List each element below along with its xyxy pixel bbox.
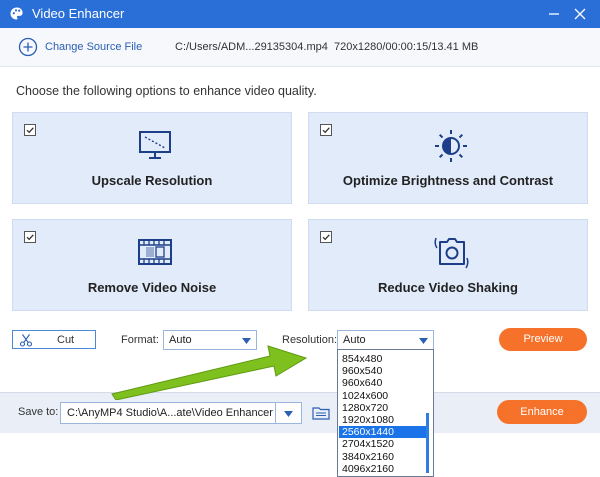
close-icon: [574, 8, 586, 20]
upscale-resolution-label: Upscale Resolution: [91, 173, 213, 188]
resolution-value: Auto: [343, 334, 366, 346]
resolution-select[interactable]: Auto: [337, 330, 434, 350]
minimize-button[interactable]: [540, 0, 568, 28]
upscale-resolution-checkbox[interactable]: [24, 124, 36, 136]
format-label: Format:: [121, 334, 159, 346]
resolution-option[interactable]: 2560x1440: [339, 426, 426, 439]
monitor-icon: [139, 131, 171, 159]
cut-label: Cut: [57, 334, 75, 346]
resolution-option[interactable]: 960x640: [339, 377, 426, 389]
remove-video-noise-label: Remove Video Noise: [87, 280, 217, 295]
save-path-dropdown[interactable]: [276, 402, 302, 424]
option-optimize-brightness[interactable]: Optimize Brightness and Contrast: [308, 112, 588, 204]
source-file-bar: Change Source File C:/Users/ADM...291353…: [0, 28, 600, 67]
checkmark-icon: [322, 234, 330, 241]
checkmark-icon: [26, 234, 34, 241]
add-circle-icon: [18, 37, 38, 57]
save-path-value: C:\AnyMP4 Studio\A...ate\Video Enhancer: [67, 407, 273, 419]
option-reduce-video-shaking[interactable]: Reduce Video Shaking: [308, 219, 588, 311]
optimize-brightness-checkbox[interactable]: [320, 124, 332, 136]
resolution-option[interactable]: 1920x1080: [339, 414, 426, 426]
chevron-down-icon: [242, 338, 251, 344]
checkmark-icon: [26, 127, 34, 134]
format-select[interactable]: Auto: [163, 330, 257, 350]
resolution-label: Resolution:: [282, 334, 338, 346]
format-value: Auto: [169, 334, 192, 346]
close-button[interactable]: [566, 0, 594, 28]
remove-video-noise-checkbox[interactable]: [24, 231, 36, 243]
change-source-file-label: Change Source File: [45, 41, 143, 53]
chevron-down-icon: [284, 411, 293, 417]
brightness-icon: [435, 130, 467, 162]
resolution-dropdown-list[interactable]: 854x480 960x540 960x640 1024x600 1280x720 192…: [337, 349, 434, 477]
chevron-down-icon: [419, 338, 428, 344]
optimize-brightness-label: Optimize Brightness and Contrast: [342, 173, 554, 188]
open-folder-icon[interactable]: [312, 404, 330, 422]
checkmark-icon: [322, 127, 330, 134]
film-icon: [138, 239, 172, 265]
resolution-option[interactable]: 960x540: [339, 365, 426, 377]
cut-button[interactable]: Cut: [12, 330, 96, 349]
resolution-option[interactable]: 3840x2160: [339, 451, 426, 463]
resolution-option[interactable]: 854x480: [339, 353, 426, 365]
change-source-file-button[interactable]: Change Source File: [18, 36, 142, 58]
reduce-video-shaking-label: Reduce Video Shaking: [378, 280, 518, 295]
reduce-video-shaking-checkbox[interactable]: [320, 231, 332, 243]
resolution-option[interactable]: 2704x1520: [339, 438, 426, 450]
palette-icon: [10, 7, 23, 20]
minimize-icon: [549, 13, 559, 15]
resolution-option[interactable]: 4096x2160: [339, 463, 426, 475]
source-file-path: C:/Users/ADM...29135304.mp4: [175, 41, 328, 53]
camera-stabilize-icon: [434, 237, 469, 269]
title-bar: Video Enhancer: [0, 0, 600, 28]
option-remove-video-noise[interactable]: Remove Video Noise: [12, 219, 292, 311]
save-path-field[interactable]: C:\AnyMP4 Studio\A...ate\Video Enhancer: [60, 402, 276, 424]
resolution-option[interactable]: 1280x720: [339, 402, 426, 414]
resolution-option[interactable]: 1024x600: [339, 390, 426, 402]
window-title: Video Enhancer: [32, 6, 125, 21]
preview-button[interactable]: Preview: [499, 328, 587, 351]
save-to-label: Save to:: [18, 406, 59, 418]
option-upscale-resolution[interactable]: Upscale Resolution: [12, 112, 292, 204]
source-file-info: 720x1280/00:00:15/13.41 MB: [334, 41, 479, 53]
scissors-icon: [19, 334, 33, 347]
enhance-button[interactable]: Enhance: [497, 400, 587, 424]
instruction-text: Choose the following options to enhance …: [16, 84, 317, 98]
dropdown-scrollbar[interactable]: [426, 413, 429, 473]
video-enhancer-window: Video Enhancer Change Source File C:/Use…: [0, 0, 600, 433]
